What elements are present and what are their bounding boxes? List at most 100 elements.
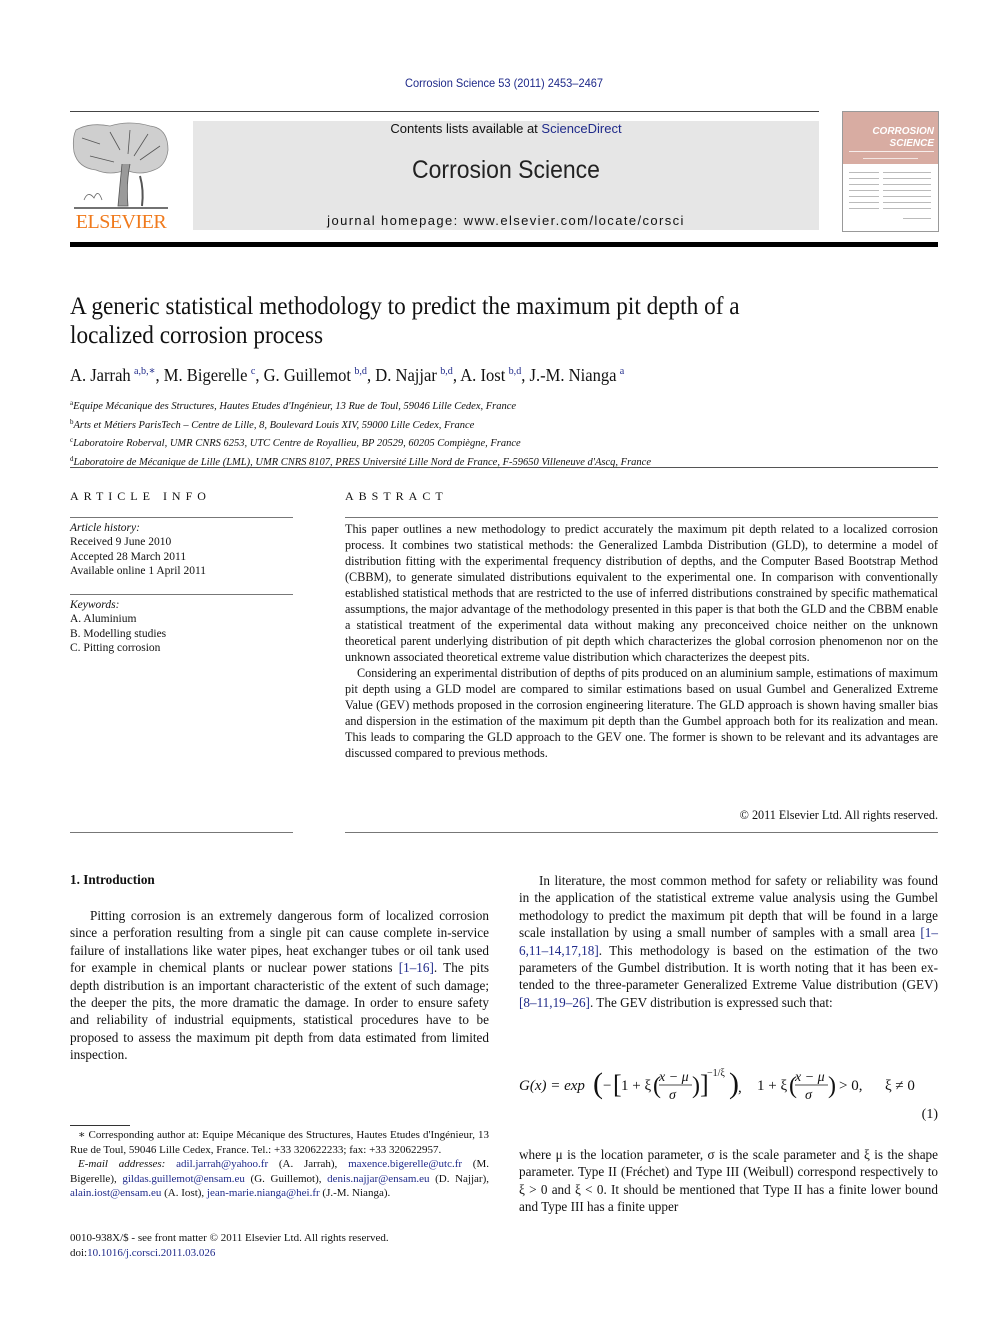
cover-toc-line (883, 178, 931, 179)
affiliation-list: aEquipe Mécanique des Structures, Hautes… (70, 396, 790, 470)
journal-cover-thumbnail[interactable]: CORROSION SCIENCE (842, 111, 939, 232)
corresponding-author-note: ∗ Corresponding author at: Equipe Mécani… (70, 1129, 489, 1156)
contents-availability: Contents lists available at ScienceDirec… (193, 121, 819, 136)
cover-toc-line (883, 208, 931, 209)
cover-toc-line (903, 218, 931, 219)
eq-comma: , (738, 1080, 742, 1096)
eq-numerator: x − μ (658, 1070, 689, 1085)
cover-subtitle-2 (863, 158, 918, 159)
author-affiliation-marker[interactable]: b,d (354, 365, 367, 377)
eq-condition: > 0, (839, 1078, 862, 1094)
journal-homepage-link[interactable]: journal homepage: www.elsevier.com/locat… (193, 213, 819, 228)
doi-link[interactable]: 10.1016/j.corsci.2011.03.026 (87, 1247, 215, 1259)
eq-cond-numerator: x − μ (794, 1070, 825, 1085)
author[interactable]: G. Guillemot (264, 365, 351, 385)
affiliation-item: aEquipe Mécanique des Structures, Hautes… (70, 399, 517, 412)
author[interactable]: A. Iost (460, 365, 505, 385)
affiliation-item: bArts et Métiers ParisTech – Centre de L… (70, 417, 475, 431)
history-online: Available online 1 April 2011 (70, 564, 207, 577)
author[interactable]: J.-M. Nianga (530, 365, 617, 385)
section-heading-introduction: 1. Introduction (70, 872, 155, 887)
cover-toc-line (883, 196, 931, 197)
citation-link[interactable]: [1–16] (399, 960, 434, 975)
keywords-label: Keywords: (70, 599, 120, 611)
copyright-notice: © 2011 Elsevier Ltd. All rights reserved… (739, 808, 938, 822)
author-affiliation-marker[interactable]: a,b,∗ (134, 365, 155, 377)
email-link[interactable]: jean-marie.nianga@hei.fr (207, 1187, 320, 1199)
body-column-right: In literature, the most common method fo… (519, 872, 938, 1011)
doi-line: doi:10.1016/j.corsci.2011.03.026 (70, 1246, 216, 1259)
cover-toc-line (883, 172, 931, 173)
eq-paren-inner-close: ) (692, 1073, 700, 1099)
info-rule (70, 517, 293, 518)
email-link[interactable]: gildas.guillemot@ensam.eu (122, 1173, 245, 1185)
equation-gev: G(x) = exp ( − [ 1 + ξ ( x − μ σ ) ] −1/… (519, 1067, 915, 1103)
affiliation-item: cLaboratoire Roberval, UMR CNRS 6253, UT… (70, 436, 521, 449)
eq-lhs: G(x) = exp (519, 1078, 585, 1094)
author[interactable]: A. Jarrah (70, 365, 131, 385)
journal-citation-link[interactable]: Corrosion Science 53 (2011) 2453–2467 (40, 76, 967, 90)
cover-toc-line (849, 184, 879, 185)
body-column-left: Pitting corrosion is an extremely danger… (70, 907, 489, 1064)
keyword-item: B. Modelling studies (70, 627, 167, 640)
abstract-heading: ABSTRACT (345, 489, 448, 503)
cover-toc-line (849, 172, 879, 173)
body-paragraph: Pitting corrosion is an extremely danger… (70, 908, 489, 1063)
history-received: Received 9 June 2010 (70, 536, 172, 549)
equation-number: (1) (921, 1107, 938, 1122)
email-link[interactable]: maxence.bigerelle@utc.fr (348, 1158, 462, 1170)
section-rule (70, 467, 938, 468)
eq-minus: − (603, 1078, 611, 1094)
body-paragraph: where μ is the location parameter, σ is … (519, 1147, 938, 1215)
author-affiliation-marker[interactable]: a (620, 365, 624, 377)
front-matter: 0010-938X/$ - see front matter © 2011 El… (70, 1231, 489, 1260)
sciencedirect-link[interactable]: ScienceDirect (541, 121, 621, 136)
author-affiliation-marker[interactable]: b,d (440, 365, 453, 377)
author[interactable]: D. Najjar (375, 365, 437, 385)
email-link[interactable]: denis.najjar@ensam.eu (327, 1173, 429, 1185)
keywords: Keywords: A. Aluminium B. Modelling stud… (70, 598, 166, 655)
journal-title: Corrosion Science (412, 156, 600, 184)
citation-link[interactable]: [8–11,19–26] (519, 995, 590, 1010)
cover-toc-line (849, 196, 879, 197)
contents-prefix: Contents lists available at (390, 121, 542, 136)
cover-toc-line (849, 190, 879, 191)
issn-line: 0010-938X/$ - see front matter © 2011 El… (70, 1232, 389, 1244)
abstract-paragraph: This paper outlines a new methodology to… (345, 522, 938, 664)
history-label: Article history: (70, 522, 140, 534)
author[interactable]: M. Bigerelle (164, 365, 248, 385)
email-link[interactable]: adil.jarrah@yahoo.fr (176, 1158, 268, 1170)
article-history: Article history: Received 9 June 2010 Ac… (70, 521, 206, 578)
eq-cond-paren-close: ) (828, 1073, 836, 1099)
header-thick-rule (70, 242, 938, 247)
cover-title: CORROSION SCIENCE (872, 126, 934, 149)
footnotes: ∗ Corresponding author at: Equipe Mécani… (70, 1128, 489, 1201)
cover-toc-line (849, 178, 879, 179)
history-accepted: Accepted 28 March 2011 (70, 550, 187, 563)
eq-cond-one: 1 + ξ (757, 1078, 787, 1094)
author-affiliation-marker[interactable]: b,d (509, 365, 522, 377)
info-rule (70, 594, 293, 595)
eq-paren-open: ( (593, 1067, 603, 1100)
body-paragraph: In literature, the most common method fo… (519, 873, 938, 1010)
cover-toc-line (883, 202, 931, 203)
abstract-rule (345, 832, 938, 833)
email-addresses: E-mail addresses: adil.jarrah@yahoo.fr (… (70, 1158, 490, 1199)
abstract-body: This paper outlines a new methodology to… (345, 521, 938, 761)
article-title: A generic statistical methodology to pre… (70, 293, 740, 349)
eq-xi-condition: ξ ≠ 0 (885, 1078, 915, 1094)
keyword-item: A. Aluminium (70, 613, 137, 626)
email-label: E-mail addresses: (78, 1158, 166, 1170)
elsevier-logo-text: ELSEVIER (75, 211, 167, 233)
email-link[interactable]: alain.iost@ensam.eu (70, 1187, 161, 1199)
body-column-right-continued: where μ is the location parameter, σ is … (519, 1146, 938, 1216)
eq-denominator: σ (669, 1088, 677, 1103)
author-affiliation-marker[interactable]: c (251, 365, 255, 377)
keyword-item: C. Pitting corrosion (70, 641, 161, 654)
cover-toc-line (883, 184, 931, 185)
footnote-rule (70, 1125, 130, 1126)
eq-cond-denominator: σ (805, 1088, 813, 1103)
cover-toc-line (883, 190, 931, 191)
eq-exponent: −1/ξ (707, 1068, 725, 1079)
abstract-paragraph: Considering an experimental distribution… (345, 666, 938, 760)
